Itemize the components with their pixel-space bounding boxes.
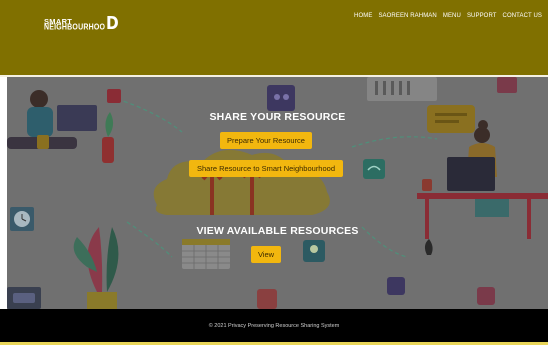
nav-contact-us[interactable]: CONTACT US bbox=[503, 13, 542, 19]
logo[interactable]: SMART NEIGHBOURHOO D bbox=[44, 10, 121, 32]
logo-line-2: NEIGHBOURHOO bbox=[44, 23, 106, 32]
logo-text: SMART NEIGHBOURHOO bbox=[44, 17, 106, 32]
nav-home[interactable]: HOME bbox=[354, 13, 372, 19]
nav-menu[interactable]: MENU bbox=[443, 13, 461, 19]
view-button[interactable]: View bbox=[251, 246, 281, 263]
footer: © 2021 Privacy Preserving Resource Shari… bbox=[0, 309, 548, 342]
nav-user[interactable]: SAOREEN RAHMAN bbox=[378, 13, 436, 19]
view-resources-title: VIEW AVAILABLE RESOURCES bbox=[196, 225, 359, 237]
footer-copyright: © 2021 Privacy Preserving Resource Shari… bbox=[208, 323, 340, 329]
share-resource-button[interactable]: Share Resource to Smart Neighbourhood bbox=[189, 160, 343, 177]
prepare-resource-button[interactable]: Prepare Your Resource bbox=[220, 132, 312, 149]
logo-last-letter: D bbox=[106, 12, 119, 34]
nav-support[interactable]: SUPPORT bbox=[467, 13, 497, 19]
header: SMART NEIGHBOURHOO D HOME SAOREEN RAHMAN… bbox=[0, 0, 548, 75]
share-resource-title: SHARE YOUR RESOURCE bbox=[209, 111, 346, 123]
top-nav: HOME SAOREEN RAHMAN MENU SUPPORT CONTACT… bbox=[354, 13, 542, 19]
hero-section: SHARE YOUR RESOURCE Prepare Your Resourc… bbox=[7, 77, 548, 309]
